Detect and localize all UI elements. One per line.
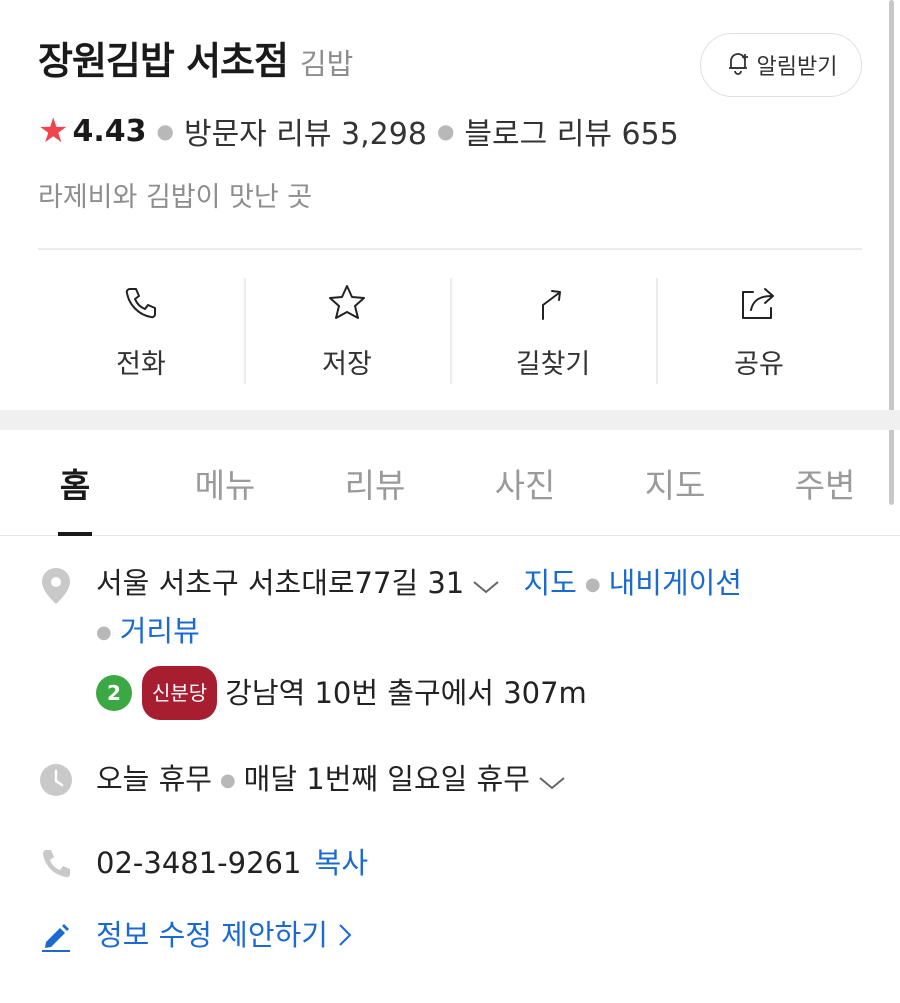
navigation-link[interactable]: 내비게이션 [609, 566, 742, 600]
tab-photos[interactable]: 사진 [450, 430, 600, 535]
hours-status: 오늘 휴무 [96, 762, 212, 796]
section-separator [0, 410, 900, 430]
bell-plus-icon [725, 50, 751, 80]
suggest-edit-link[interactable]: 정보 수정 제안하기 [96, 918, 328, 952]
chevron-down-icon[interactable] [538, 758, 566, 804]
tab-bar: 홈 메뉴 리뷰 사진 지도 주변 [0, 430, 900, 536]
rating-score: 4.43 [72, 113, 147, 149]
map-link[interactable]: 지도 [523, 566, 576, 600]
tab-map[interactable]: 지도 [600, 430, 750, 535]
action-bar: 전화 저장 길찾기 공유 [38, 278, 862, 384]
directions-icon [533, 278, 573, 328]
location-pin-icon [38, 560, 96, 720]
rating-star-icon: ★ [38, 111, 69, 151]
suggest-edit-row[interactable]: 정보 수정 제안하기 [38, 912, 880, 960]
separator-dot: ● [436, 119, 455, 143]
chevron-right-icon [338, 914, 352, 960]
call-label: 전화 [116, 349, 166, 380]
separator-dot: ● [156, 119, 174, 143]
share-button[interactable]: 공유 [656, 278, 862, 384]
place-description: 라제비와 김밥이 맛난 곳 [38, 182, 313, 213]
directions-label: 길찾기 [515, 349, 591, 380]
tab-reviews[interactable]: 리뷰 [300, 430, 450, 535]
copy-phone-link[interactable]: 복사 [315, 846, 368, 880]
pencil-icon [38, 912, 96, 960]
subway-info: 2 신분당 강남역 10번 출구에서 307m [96, 666, 880, 720]
blog-review-count[interactable]: 블로그 리뷰 655 [464, 109, 678, 153]
place-category: 김밥 [299, 47, 354, 81]
share-label: 공유 [734, 349, 784, 380]
save-button[interactable]: 저장 [244, 278, 450, 384]
separator-dot: ● [584, 574, 601, 595]
visitor-review-count[interactable]: 방문자 리뷰 3,298 [184, 109, 427, 153]
info-section: 서울 서초구 서초대로77길 31 지도 ● 내비게이션 ● 거리뷰 2 신분당 강남… [38, 560, 880, 960]
hours-detail: 매달 1번째 일요일 휴무 [243, 762, 530, 796]
phone-icon [38, 840, 96, 886]
call-button[interactable]: 전화 [38, 278, 244, 384]
notify-label: 알림받기 [756, 55, 838, 80]
divider [38, 248, 862, 250]
subway-shinbundang-badge: 신분당 [142, 666, 218, 720]
subway-line-2-badge: 2 [96, 675, 132, 711]
chevron-down-icon[interactable] [472, 562, 500, 608]
directions-button[interactable]: 길찾기 [450, 278, 656, 384]
star-outline-icon [326, 278, 368, 328]
clock-icon [38, 756, 96, 804]
separator-dot: ● [96, 622, 112, 643]
tab-home[interactable]: 홈 [0, 430, 150, 535]
phone-number: 02-3481-9261 [96, 846, 302, 880]
hours-row: 오늘 휴무 ● 매달 1번째 일요일 휴무 [38, 756, 880, 804]
notify-button[interactable]: 알림받기 [700, 33, 862, 97]
phone-icon [121, 278, 161, 328]
tab-menu[interactable]: 메뉴 [150, 430, 300, 535]
street-view-link[interactable]: 거리뷰 [120, 614, 200, 648]
subway-distance-text: 강남역 10번 출구에서 307m [225, 676, 587, 710]
place-header: 장원김밥 서초점 김밥 알림받기 ★ 4.43 ● 방문자 리뷰 3,298 ●… [38, 30, 862, 250]
separator-dot: ● [219, 770, 236, 791]
address-text: 서울 서초구 서초대로77길 31 [96, 566, 465, 600]
share-icon [737, 278, 781, 328]
address-row: 서울 서초구 서초대로77길 31 지도 ● 내비게이션 ● 거리뷰 2 신분당 강남… [38, 560, 880, 720]
rating-row: ★ 4.43 ● 방문자 리뷰 3,298 ● 블로그 리뷰 655 [38, 109, 862, 153]
tab-nearby[interactable]: 주변 [750, 430, 900, 535]
save-label: 저장 [322, 349, 372, 380]
place-name: 장원김밥 서초점 [38, 39, 289, 83]
phone-row: 02-3481-9261 복사 [38, 840, 880, 886]
